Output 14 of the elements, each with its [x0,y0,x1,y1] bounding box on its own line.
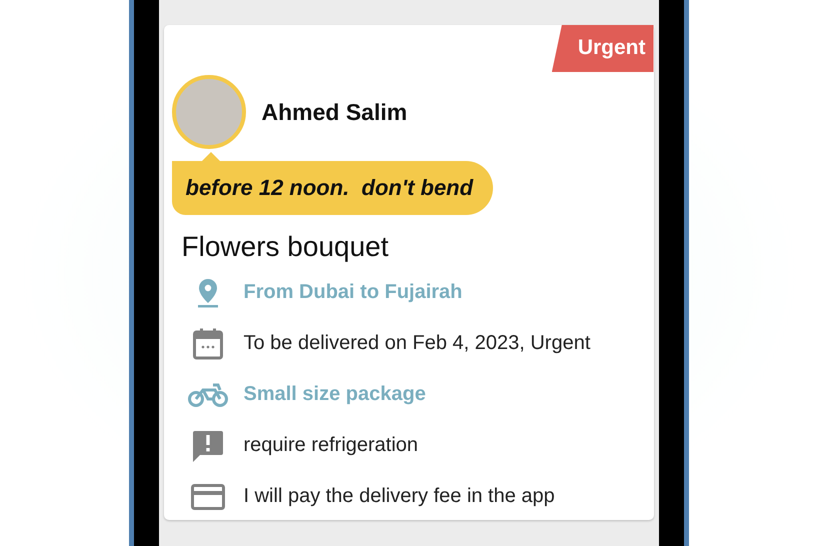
detail-text: To be delivered on Feb 4, 2023, Urgent [244,332,590,355]
detail-text: From Dubai to Fujairah [244,281,462,304]
alert-message-icon [190,430,224,462]
location-pin-icon [196,278,218,308]
detail-text: require refrigeration [244,434,418,457]
sender-name: Ahmed Salim [262,98,408,126]
detail-text: Small size package [244,383,426,406]
bicycle-icon [188,382,228,408]
calendar-icon [192,328,222,360]
credit-card-icon [190,484,224,510]
detail-text: I will pay the delivery fee in the app [244,485,555,508]
urgent-tag: Urgent [552,25,654,72]
order-title: Flowers bouquet [182,231,390,263]
note-bubble: before 12 noon. don't bend [172,161,494,215]
